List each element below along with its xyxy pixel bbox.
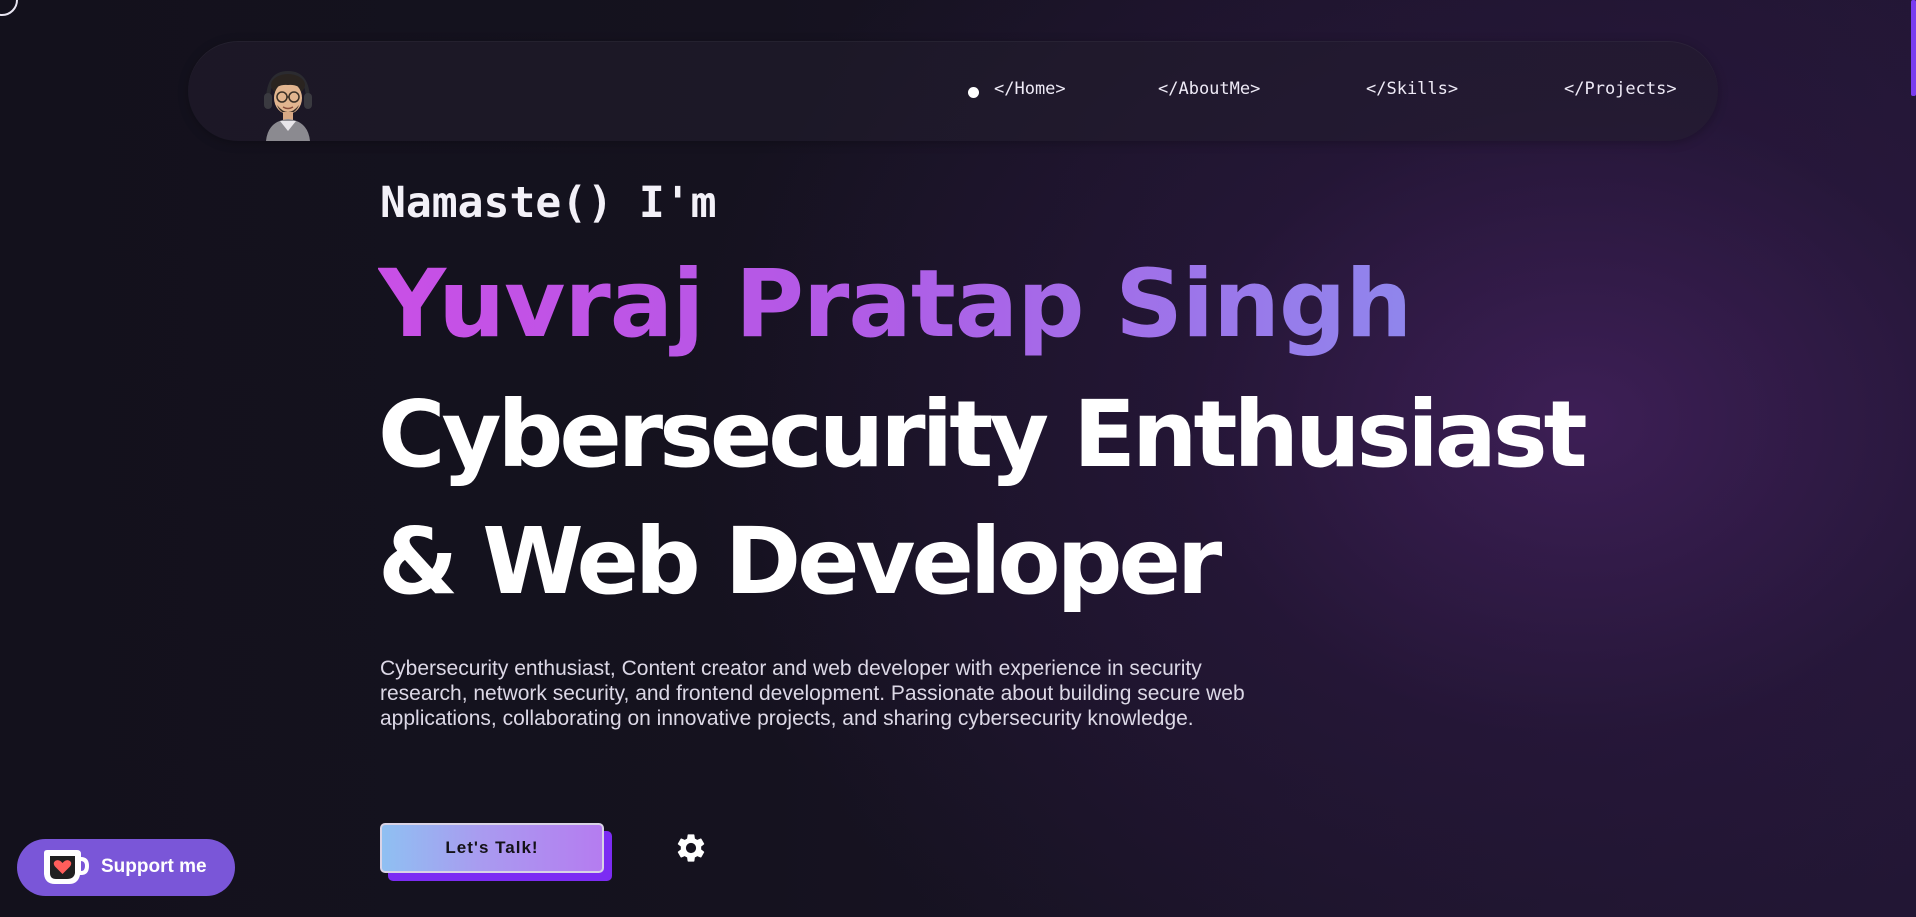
nav-item-aboutme[interactable]: </AboutMe> bbox=[1158, 79, 1260, 99]
avatar[interactable] bbox=[260, 67, 316, 141]
nav-item-skills[interactable]: </Skills> bbox=[1366, 79, 1458, 99]
gear-icon[interactable] bbox=[674, 831, 708, 865]
hero-description: Cybersecurity enthusiast, Content creato… bbox=[380, 657, 1245, 730]
navbar: </Home> </AboutMe> </Skills> </Projects> bbox=[188, 41, 1718, 141]
cursor-circle bbox=[0, 0, 18, 16]
support-me-label: Support me bbox=[101, 856, 207, 877]
hero-greeting: Namaste() I'm bbox=[380, 178, 717, 228]
hero-name: Yuvraj Pratap Singh bbox=[378, 250, 1412, 359]
hero-role-line-1: Cybersecurity Enthusiast bbox=[378, 381, 1588, 488]
hero-role-line-2: & Web Developer bbox=[378, 508, 1222, 615]
support-me-button[interactable]: Support me bbox=[17, 839, 235, 896]
lets-talk-button[interactable]: Let's Talk! bbox=[380, 823, 604, 873]
portfolio-page: </Home> </AboutMe> </Skills> </Projects>… bbox=[0, 0, 1916, 917]
lets-talk-button-wrapper: Let's Talk! bbox=[380, 823, 612, 881]
scroll-indicator[interactable] bbox=[1911, 0, 1916, 96]
nav-item-home[interactable]: </Home> bbox=[994, 79, 1066, 99]
active-nav-indicator bbox=[968, 87, 979, 98]
kofi-cup-heart-icon bbox=[41, 847, 91, 887]
nav-item-projects[interactable]: </Projects> bbox=[1564, 79, 1677, 99]
